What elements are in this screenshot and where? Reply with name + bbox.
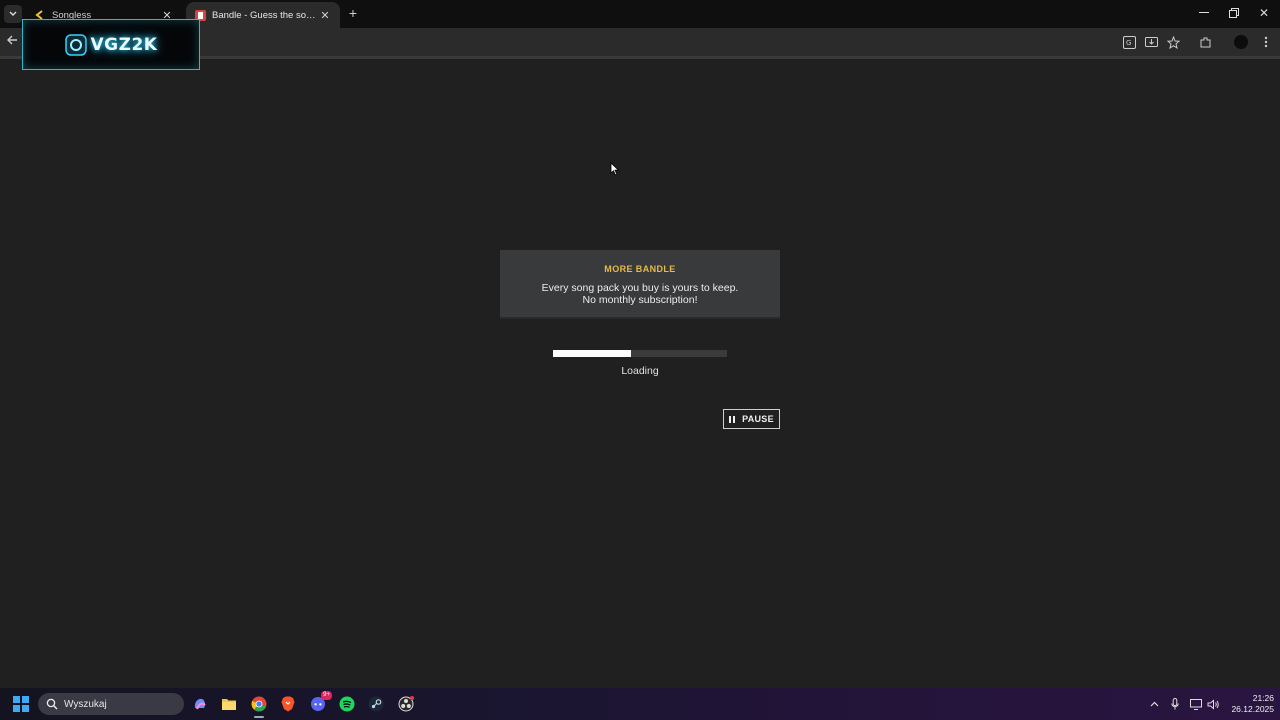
volume-icon[interactable]: [1206, 697, 1220, 711]
search-icon: [46, 698, 58, 710]
restore-icon[interactable]: [1224, 4, 1244, 22]
promo-line-1: Every song pack you buy is yours to keep…: [541, 282, 739, 294]
clock-date: 26.12.2025: [1231, 704, 1274, 714]
mouse-cursor-icon: [610, 162, 620, 176]
back-arrow-icon[interactable]: [6, 34, 22, 50]
translate-icon[interactable]: G: [1121, 34, 1137, 50]
windows-taskbar: Wyszukaj 9+ 21:26 26.12.2025: [0, 688, 1280, 720]
chevron-down-icon: [9, 11, 17, 16]
pause-button[interactable]: PAUSE: [723, 409, 780, 429]
loading-label: Loading: [621, 365, 659, 377]
search-placeholder: Wyszukaj: [64, 698, 107, 710]
network-icon[interactable]: [1189, 697, 1203, 711]
close-icon[interactable]: ✕: [318, 8, 332, 22]
pause-icon: [729, 415, 736, 423]
promo-heading: MORE BANDLE: [604, 264, 676, 274]
spotify-icon[interactable]: [337, 694, 357, 714]
install-app-icon[interactable]: [1143, 34, 1159, 50]
obs-icon[interactable]: [396, 694, 416, 714]
new-tab-plus-icon[interactable]: +: [345, 6, 361, 22]
brave-icon[interactable]: [278, 694, 298, 714]
stream-overlay-logo: VGZ2K: [22, 19, 200, 70]
copilot-icon[interactable]: [190, 694, 210, 714]
window-close-icon[interactable]: ✕: [1254, 4, 1274, 22]
windows-start-icon[interactable]: [13, 696, 29, 712]
chrome-icon[interactable]: [249, 694, 269, 718]
pause-label: PAUSE: [742, 414, 774, 424]
file-explorer-icon[interactable]: [219, 694, 239, 714]
profile-avatar[interactable]: [1234, 35, 1248, 49]
steam-icon[interactable]: [366, 694, 386, 714]
tab-bandle[interactable]: Bandle - Guess the song, one instrument …: [186, 2, 340, 28]
menu-kebab-icon[interactable]: [1258, 34, 1274, 50]
microphone-icon[interactable]: [1168, 697, 1182, 711]
extensions-icon[interactable]: [1197, 34, 1213, 50]
discord-badge: 9+: [321, 691, 332, 700]
tab-title: Bandle - Guess the song, one instrument …: [212, 9, 318, 21]
taskbar-search-box[interactable]: Wyszukaj: [38, 693, 184, 715]
clock-time: 21:26: [1252, 693, 1274, 703]
tab-search-button[interactable]: [4, 5, 22, 23]
discord-icon[interactable]: 9+: [308, 691, 332, 714]
minimize-icon[interactable]: [1194, 4, 1214, 22]
promo-banner: MORE BANDLE Every song pack you buy is y…: [500, 250, 780, 319]
svg-text:G: G: [1126, 39, 1131, 47]
promo-line-2: No monthly subscription!: [582, 294, 698, 306]
taskbar-clock[interactable]: 21:26 26.12.2025: [1222, 693, 1274, 715]
loading-progress-bar: [553, 350, 727, 357]
vgz2k-logo-icon: [64, 33, 87, 56]
chevron-up-icon[interactable]: [1147, 697, 1161, 711]
loading-progress-fill: [553, 350, 632, 357]
overlay-logo-text: VGZ2K: [90, 34, 158, 55]
bookmark-star-icon[interactable]: [1165, 34, 1181, 50]
